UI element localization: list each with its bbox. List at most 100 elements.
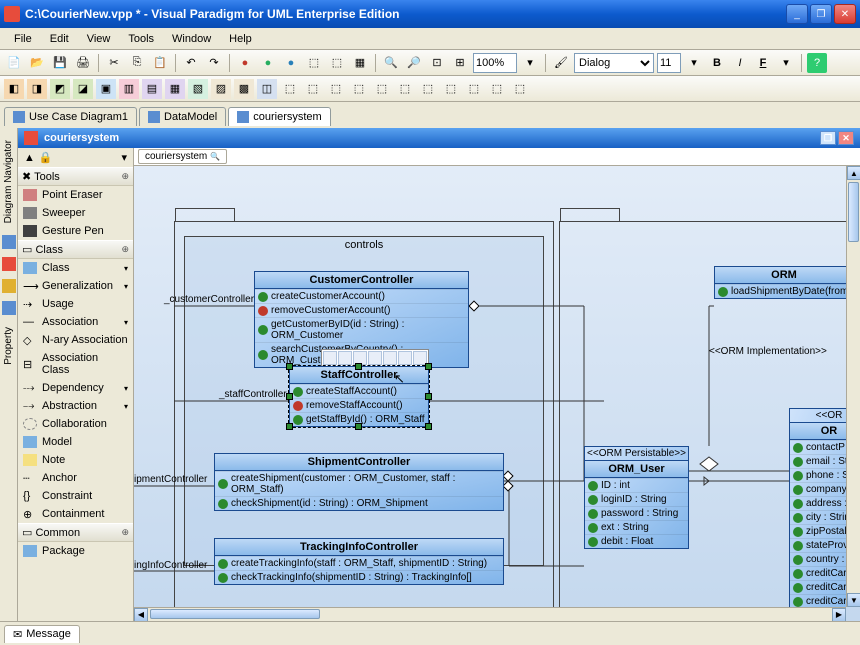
maximize-button[interactable]: ❐ (810, 4, 832, 24)
tab-usecase[interactable]: Use Case Diagram1 (4, 107, 137, 126)
zoom-out-icon[interactable]: 🔎 (404, 53, 424, 73)
zoom-dropdown-icon[interactable]: ▾ (520, 53, 540, 73)
tool-c[interactable]: ● (281, 53, 301, 73)
bold-icon[interactable]: B (707, 53, 727, 73)
menu-window[interactable]: Window (164, 31, 219, 47)
diag-22[interactable]: ⬚ (487, 79, 507, 99)
palette-collaboration[interactable]: Collaboration (18, 415, 133, 433)
save-icon[interactable]: 💾 (50, 53, 70, 73)
palette-package[interactable]: Package (18, 542, 133, 560)
inner-restore-button[interactable]: ❐ (820, 131, 836, 145)
strip-icon-1[interactable] (2, 235, 16, 249)
palette-class[interactable]: Class▾ (18, 259, 133, 277)
crumb-item[interactable]: couriersystem🔍 (138, 149, 227, 164)
paste-icon[interactable]: 📋 (150, 53, 170, 73)
strip-property[interactable]: Property (1, 323, 16, 369)
sel-tb-1[interactable] (323, 351, 337, 365)
scroll-thumb-v[interactable] (848, 182, 859, 242)
palette-dependency[interactable]: ⤏Dependency▾ (18, 379, 133, 397)
palette-expand-icon[interactable]: ▾ (121, 151, 127, 164)
menu-tools[interactable]: Tools (120, 31, 162, 47)
tool-f[interactable]: ▦ (350, 53, 370, 73)
undo-icon[interactable]: ↶ (181, 53, 201, 73)
scroll-down-icon[interactable]: ▼ (847, 593, 860, 607)
lock-icon[interactable]: 🔒 (39, 151, 53, 164)
new-icon[interactable]: 📄 (4, 53, 24, 73)
palette-constraint[interactable]: {}Constraint (18, 487, 133, 505)
palette-nary[interactable]: ◇N-ary Association (18, 331, 133, 349)
diag-3[interactable]: ◩ (50, 79, 70, 99)
diag-6[interactable]: ▥ (119, 79, 139, 99)
palette-class-head[interactable]: ▭ Class⊕ (18, 240, 133, 259)
palette-model[interactable]: Model (18, 433, 133, 451)
menu-view[interactable]: View (79, 31, 119, 47)
scroll-left-icon[interactable]: ◀ (134, 608, 148, 622)
tool-e[interactable]: ⬚ (327, 53, 347, 73)
message-tab[interactable]: ✉ Message (4, 625, 80, 643)
cut-icon[interactable]: ✂ (104, 53, 124, 73)
diag-14[interactable]: ⬚ (303, 79, 323, 99)
menu-help[interactable]: Help (221, 31, 260, 47)
paint-icon[interactable]: 🖌 (551, 53, 571, 73)
palette-anchor[interactable]: ┄Anchor (18, 469, 133, 487)
font-size-input[interactable] (657, 53, 681, 73)
copy-icon[interactable]: ⎘ (127, 53, 147, 73)
inner-close-button[interactable]: ✕ (838, 131, 854, 145)
palette-abstraction[interactable]: ⤍Abstraction▾ (18, 397, 133, 415)
palette-association[interactable]: —Association▾ (18, 313, 133, 331)
open-icon[interactable]: 📂 (27, 53, 47, 73)
diag-7[interactable]: ▤ (142, 79, 162, 99)
palette-assoc-class[interactable]: ⊟Association Class (18, 349, 133, 379)
tool-d[interactable]: ⬚ (304, 53, 324, 73)
font-color-icon[interactable]: F (753, 53, 773, 73)
class-orm-right[interactable]: <<OR OR contactP email : St phone : S co… (789, 408, 846, 607)
sel-tb-6[interactable] (398, 351, 412, 365)
diag-21[interactable]: ⬚ (464, 79, 484, 99)
sel-tb-2[interactable] (338, 351, 352, 365)
class-orm-user[interactable]: <<ORM Persistable>> ORM_User ID : int lo… (584, 446, 689, 549)
diag-23[interactable]: ⬚ (510, 79, 530, 99)
tab-couriersystem[interactable]: couriersystem (228, 107, 330, 126)
tool-a[interactable]: ● (235, 53, 255, 73)
diag-10[interactable]: ▨ (211, 79, 231, 99)
diag-13[interactable]: ⬚ (280, 79, 300, 99)
strip-icon-4[interactable] (2, 301, 16, 315)
diag-12[interactable]: ◫ (257, 79, 277, 99)
palette-tools-head[interactable]: ✖ Tools⊕ (18, 167, 133, 186)
italic-icon[interactable]: I (730, 53, 750, 73)
print-icon[interactable]: 🖨 (73, 53, 93, 73)
palette-generalization[interactable]: ⟶Generalization▾ (18, 277, 133, 295)
redo-icon[interactable]: ↷ (204, 53, 224, 73)
class-shipmentcontroller[interactable]: ShipmentController createShipment(custom… (214, 453, 504, 511)
diag-11[interactable]: ▩ (234, 79, 254, 99)
diag-19[interactable]: ⬚ (418, 79, 438, 99)
class-staffcontroller[interactable]: StaffController createStaffAccount() rem… (289, 366, 429, 427)
minimize-button[interactable]: _ (786, 4, 808, 24)
sel-tb-4[interactable] (368, 351, 382, 365)
diag-20[interactable]: ⬚ (441, 79, 461, 99)
scroll-up-icon[interactable]: ▲ (847, 166, 860, 180)
palette-gesture-pen[interactable]: Gesture Pen (18, 222, 133, 240)
tool-b[interactable]: ● (258, 53, 278, 73)
palette-sweeper[interactable]: Sweeper (18, 204, 133, 222)
diag-1[interactable]: ◧ (4, 79, 24, 99)
tab-datamodel[interactable]: DataModel (139, 107, 226, 126)
font-color-dropdown[interactable]: ▾ (776, 53, 796, 73)
zoom-fit-icon[interactable]: ⊡ (427, 53, 447, 73)
strip-diagram-navigator[interactable]: Diagram Navigator (1, 136, 16, 227)
menu-file[interactable]: File (6, 31, 40, 47)
sel-tb-5[interactable] (383, 351, 397, 365)
diagram-canvas[interactable]: controls <<ORM Implementation>> (134, 166, 846, 607)
font-size-dropdown[interactable]: ▾ (684, 53, 704, 73)
diag-9[interactable]: ▧ (188, 79, 208, 99)
scroll-thumb-h[interactable] (150, 609, 320, 619)
palette-usage[interactable]: ⇢Usage (18, 295, 133, 313)
scrollbar-horizontal[interactable]: ◀ ▶ (134, 607, 846, 621)
diag-2[interactable]: ◨ (27, 79, 47, 99)
scroll-right-icon[interactable]: ▶ (832, 608, 846, 622)
help-icon[interactable]: ? (807, 53, 827, 73)
strip-icon-3[interactable] (2, 279, 16, 293)
zoom-in-icon[interactable]: 🔍 (381, 53, 401, 73)
diag-4[interactable]: ◪ (73, 79, 93, 99)
class-trackinginfocontroller[interactable]: TrackingInfoController createTrackingInf… (214, 538, 504, 585)
